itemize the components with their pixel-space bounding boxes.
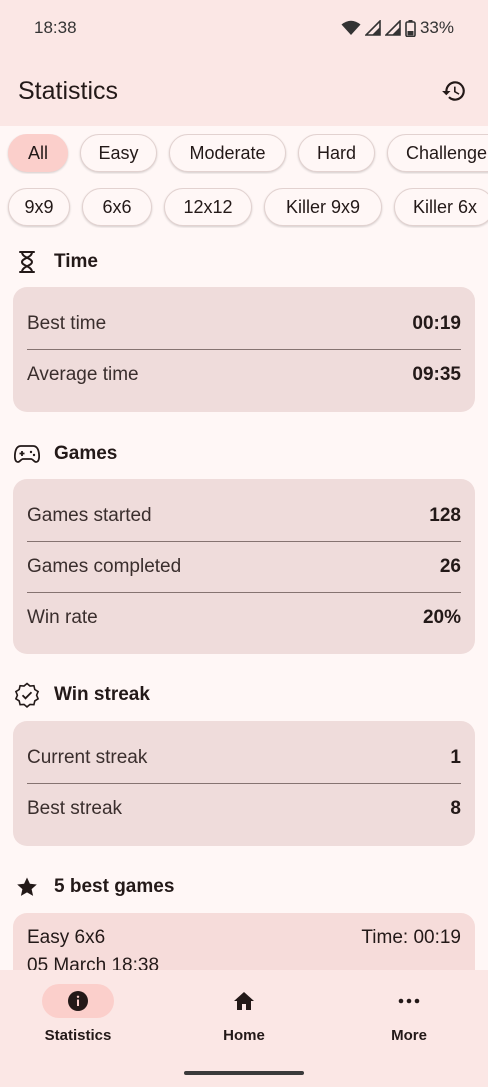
- bottom-navigation: Statistics Home More: [0, 970, 488, 1087]
- status-icons: 33%: [341, 18, 454, 38]
- time-section-header: Time: [14, 249, 98, 275]
- chip-6x6[interactable]: 6x6: [82, 188, 152, 226]
- signal-icon-2: [384, 20, 401, 36]
- stat-label: Best streak: [27, 798, 123, 819]
- best-game-item[interactable]: Easy 6x6 Time: 00:19 05 March 18:38: [13, 913, 475, 973]
- stat-row-current-streak: Current streak 1: [27, 733, 461, 783]
- stat-row-best-time: Best time 00:19: [27, 299, 461, 349]
- star-icon: [14, 874, 40, 900]
- stat-value: 1: [450, 747, 461, 768]
- time-section-title: Time: [54, 251, 99, 272]
- chip-12x12[interactable]: 12x12: [164, 188, 252, 226]
- chip-easy[interactable]: Easy: [80, 134, 157, 172]
- best-game-name: Easy 6x6: [27, 927, 106, 948]
- chip-all[interactable]: All: [8, 134, 68, 172]
- nav-label: More: [391, 1027, 427, 1044]
- page-title: Statistics: [18, 76, 119, 105]
- chip-killer-6x6[interactable]: Killer 6x: [394, 188, 488, 226]
- games-section-header: Games: [14, 441, 117, 467]
- stat-label: Games completed: [27, 556, 182, 577]
- nav-pill: [42, 984, 114, 1018]
- gesture-handle[interactable]: [184, 1071, 304, 1075]
- more-icon: [398, 998, 420, 1004]
- stat-row-games-completed: Games completed 26: [27, 542, 461, 592]
- wifi-icon: [341, 20, 361, 35]
- best-game-line: Easy 6x6 Time: 00:19: [27, 927, 461, 949]
- stat-value: 00:19: [412, 313, 461, 334]
- chip-moderate[interactable]: Moderate: [169, 134, 286, 172]
- stat-value: 128: [429, 505, 461, 526]
- verified-badge-icon: [14, 682, 40, 708]
- nav-pill: [373, 984, 445, 1018]
- type-filter-row: 9x9 6x6 12x12 Killer 9x9 Killer 6x: [0, 188, 488, 228]
- stat-label: Win rate: [27, 607, 98, 628]
- app-bar: Statistics: [0, 56, 488, 126]
- win-streak-section-title: Win streak: [54, 684, 150, 705]
- history-button[interactable]: [434, 71, 474, 111]
- games-section-title: Games: [54, 443, 118, 464]
- stat-value: 20%: [422, 607, 461, 628]
- stat-row-games-started: Games started 128: [27, 491, 461, 541]
- chip-9x9[interactable]: 9x9: [8, 188, 70, 226]
- stat-label: Current streak: [27, 747, 148, 768]
- hourglass-icon: [14, 249, 40, 275]
- games-card: Games started 128 Games completed 26 Win…: [13, 479, 475, 654]
- best-games-section-title: 5 best games: [54, 876, 175, 897]
- nav-item-statistics[interactable]: Statistics: [18, 984, 138, 1044]
- best-game-time: Time: 00:19: [361, 927, 461, 948]
- win-streak-section-header: Win streak: [14, 682, 150, 708]
- win-streak-card: Current streak 1 Best streak 8: [13, 721, 475, 846]
- battery-level: 33%: [419, 18, 454, 37]
- chip-hard[interactable]: Hard: [298, 134, 375, 172]
- signal-icon: [364, 20, 381, 36]
- best-games-section-header: 5 best games: [14, 874, 174, 900]
- nav-pill: [208, 984, 280, 1018]
- history-icon: [442, 81, 465, 101]
- nav-item-home[interactable]: Home: [184, 984, 304, 1044]
- gamepad-icon: [14, 441, 40, 467]
- status-bar: 18:38 33%: [0, 0, 488, 56]
- stat-row-win-rate: Win rate 20%: [27, 593, 461, 643]
- difficulty-filter-row: All Easy Moderate Hard Challenge: [0, 134, 488, 174]
- nav-item-more[interactable]: More: [349, 984, 469, 1044]
- info-icon: [68, 991, 88, 1011]
- stat-value: 26: [439, 556, 461, 577]
- stat-row-average-time: Average time 09:35: [27, 350, 461, 400]
- stat-label: Best time: [27, 313, 107, 334]
- stat-label: Games started: [27, 505, 152, 526]
- stat-label: Average time: [27, 364, 139, 385]
- nav-label: Statistics: [44, 1027, 112, 1044]
- time-card: Best time 00:19 Average time 09:35: [13, 287, 475, 412]
- status-time: 18:38: [34, 18, 77, 37]
- stat-row-best-streak: Best streak 8: [27, 784, 461, 834]
- battery-icon: [405, 19, 416, 37]
- stat-value: 8: [450, 798, 461, 819]
- nav-label: Home: [223, 1027, 265, 1044]
- chip-killer-9x9[interactable]: Killer 9x9: [264, 188, 382, 226]
- chip-challenge[interactable]: Challenge: [387, 134, 488, 172]
- home-icon: [234, 992, 254, 1010]
- stat-value: 09:35: [412, 364, 461, 385]
